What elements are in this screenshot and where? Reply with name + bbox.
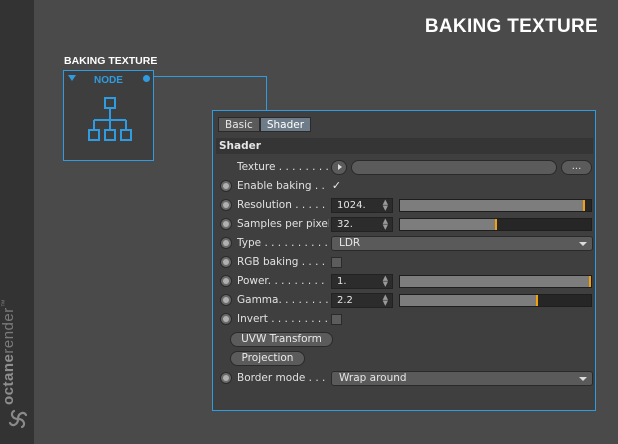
gamma-row: Gamma. . . . . . . . . 2.2 ▲ ▼ <box>213 292 595 309</box>
tab-bar: Basic Shader <box>218 117 312 132</box>
rgb-baking-label: RGB baking . . . . . . <box>237 256 329 268</box>
gamma-slider-knob[interactable] <box>535 295 538 306</box>
gamma-label: Gamma. . . . . . . . . <box>237 294 329 306</box>
border-mode-anim-radio[interactable] <box>220 372 232 384</box>
samples-input[interactable]: 32. ▲ ▼ <box>331 217 393 232</box>
tab-shader[interactable]: Shader <box>259 117 312 132</box>
chevron-down-icon <box>579 242 587 246</box>
border-mode-row: Border mode . . . . Wrap around <box>213 370 595 387</box>
gamma-spinner-icon[interactable]: ▲ ▼ <box>383 294 388 307</box>
rgb-baking-checkbox[interactable] <box>331 257 342 268</box>
border-mode-dropdown[interactable]: Wrap around <box>331 371 593 386</box>
page-title: BAKING TEXTURE <box>424 16 598 37</box>
texture-more-button[interactable]: ... <box>561 160 592 175</box>
node-title: BAKING TEXTURE <box>64 55 158 67</box>
power-row: Power. . . . . . . . . . 1. ▲ ▼ <box>213 273 595 290</box>
texture-slot[interactable] <box>351 160 557 175</box>
octane-swirl-icon <box>8 409 28 429</box>
texture-row: Texture . . . . . . . . . ... <box>213 159 595 176</box>
resolution-row: Resolution . . . . . . 1024. ▲ ▼ <box>213 197 595 214</box>
projection-button[interactable]: Projection <box>230 351 305 366</box>
texture-label: Texture . . . . . . . . . <box>237 161 329 173</box>
rgb-baking-row: RGB baking . . . . . . <box>213 254 595 271</box>
power-slider-knob[interactable] <box>589 276 591 287</box>
baking-texture-node[interactable]: NODE <box>63 70 154 161</box>
resolution-label: Resolution . . . . . . <box>237 199 329 211</box>
uvw-transform-button[interactable]: UVW Transform <box>230 332 333 347</box>
samples-slider[interactable] <box>399 218 592 231</box>
tab-basic[interactable]: Basic <box>218 117 260 132</box>
enable-baking-label: Enable baking . . . <box>237 180 329 192</box>
samples-row: Samples per pixel 32. ▲ ▼ <box>213 216 595 233</box>
border-mode-label: Border mode . . . . <box>237 372 329 384</box>
resolution-anim-radio[interactable] <box>220 199 232 211</box>
brand-wordmark: octanerender™ <box>0 298 17 405</box>
type-dropdown[interactable]: LDR <box>331 236 593 251</box>
resolution-spinner-icon[interactable]: ▲ ▼ <box>383 199 388 212</box>
node-label: NODE <box>94 75 123 86</box>
resolution-input[interactable]: 1024. ▲ ▼ <box>331 198 393 213</box>
rgb-baking-anim-radio[interactable] <box>220 256 232 268</box>
power-anim-radio[interactable] <box>220 275 232 287</box>
invert-anim-radio[interactable] <box>220 313 232 325</box>
samples-label: Samples per pixel <box>237 218 329 230</box>
section-header-shader: Shader <box>216 138 593 154</box>
hierarchy-icon <box>88 97 132 141</box>
enable-baking-checkbox[interactable]: ✓ <box>331 180 342 192</box>
power-label: Power. . . . . . . . . . <box>237 275 329 287</box>
node-connector-line <box>154 76 267 111</box>
type-label: Type . . . . . . . . . . . <box>237 237 329 249</box>
power-input[interactable]: 1. ▲ ▼ <box>331 274 393 289</box>
gamma-input[interactable]: 2.2 ▲ ▼ <box>331 293 393 308</box>
type-row: Type . . . . . . . . . . . LDR <box>213 235 595 252</box>
samples-slider-knob[interactable] <box>495 219 498 230</box>
power-spinner-icon[interactable]: ▲ ▼ <box>383 275 388 288</box>
samples-anim-radio[interactable] <box>220 218 232 230</box>
resolution-slider[interactable] <box>399 199 592 212</box>
type-anim-radio[interactable] <box>220 237 232 249</box>
enable-baking-row: Enable baking . . . ✓ <box>213 178 595 195</box>
gamma-slider[interactable] <box>399 294 592 307</box>
resolution-slider-knob[interactable] <box>583 200 586 211</box>
samples-spinner-icon[interactable]: ▲ ▼ <box>383 218 388 231</box>
chevron-down-icon <box>579 377 587 381</box>
enable-baking-anim-radio[interactable] <box>220 180 232 192</box>
invert-checkbox[interactable] <box>331 314 342 325</box>
attributes-panel: Basic Shader Shader Texture . . . . . . … <box>212 110 596 411</box>
octane-render-logo: octanerender™ <box>0 299 31 435</box>
gamma-anim-radio[interactable] <box>220 294 232 306</box>
left-sidebar: octanerender™ <box>0 0 34 444</box>
power-slider[interactable] <box>399 275 592 288</box>
invert-row: Invert . . . . . . . . . . <box>213 311 595 328</box>
invert-label: Invert . . . . . . . . . . <box>237 313 329 325</box>
texture-play-button[interactable] <box>331 160 347 175</box>
